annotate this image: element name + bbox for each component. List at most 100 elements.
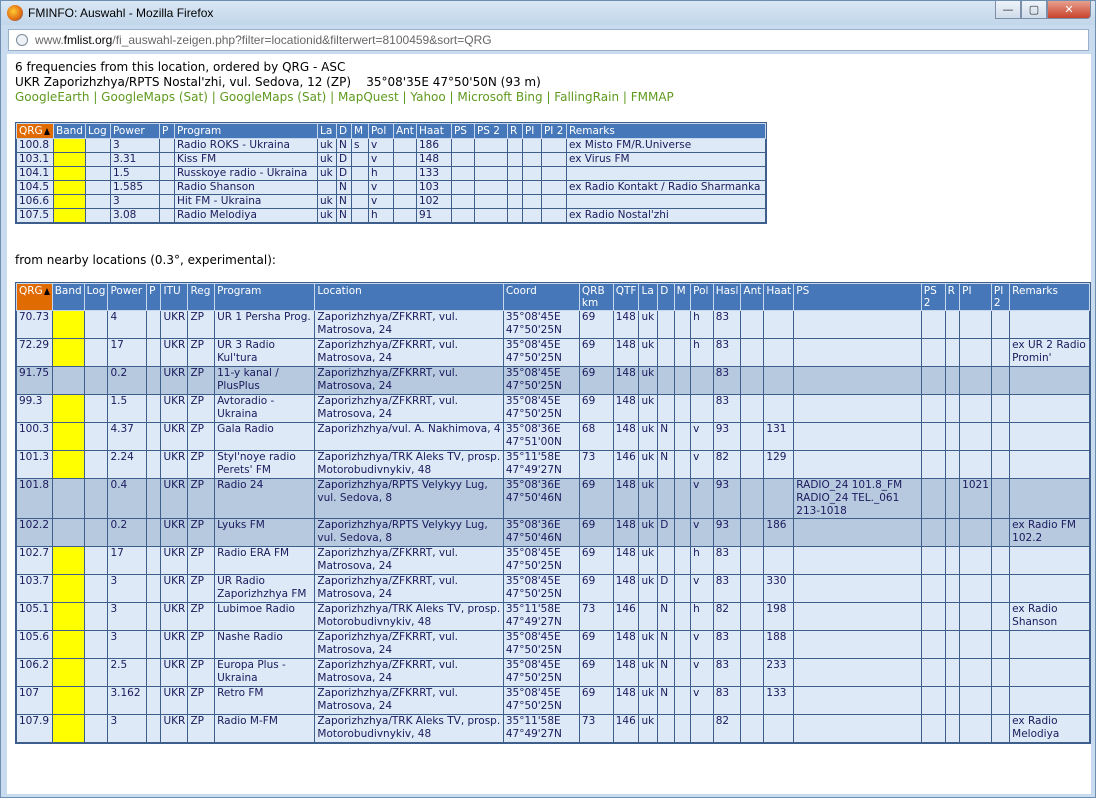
column-header-coord[interactable]: Coord	[502, 283, 580, 311]
column-header-pi-2[interactable]: PI 2	[990, 283, 1011, 311]
cell-qrg[interactable]: 106.2	[16, 658, 53, 687]
column-header-pi[interactable]: PI	[521, 123, 542, 139]
column-header-log[interactable]: Log	[83, 283, 109, 311]
cell-qrg[interactable]: 106.6	[16, 194, 54, 209]
column-header-ps[interactable]: PS	[450, 123, 475, 139]
cell-qrg[interactable]: 105.6	[16, 630, 53, 659]
column-header-la[interactable]: La	[638, 283, 659, 311]
column-header-pol[interactable]: Pol	[367, 123, 394, 139]
column-header-pi[interactable]: PI	[959, 283, 992, 311]
table-row[interactable]: 103.7 3 UKR ZP UR Radio Zaporizhzhya FM Zapor…	[16, 574, 1090, 603]
column-header-itu[interactable]: ITU	[160, 283, 189, 311]
table-row[interactable]: 100.3 4.37 UKR ZP Gala Radio Zaporizhzhya/vul…	[16, 422, 1090, 451]
column-header-ps[interactable]: PS	[793, 283, 922, 311]
column-header-power[interactable]: Power	[109, 123, 160, 139]
map-link[interactable]: Microsoft Bing	[457, 90, 542, 104]
table-row[interactable]: 91.75 0.2 UKR ZP 11-y kanal / PlusPlus Zapori…	[16, 366, 1090, 395]
title-bar[interactable]: FMINFO: Auswahl - Mozilla Firefox — ▢ ✕	[1, 1, 1095, 25]
cell-qrg[interactable]: 70.73	[16, 310, 53, 339]
map-link[interactable]: Yahoo	[410, 90, 445, 104]
column-header-qtf[interactable]: QTF	[612, 283, 640, 311]
cell-qrg[interactable]: 102.7	[16, 546, 53, 575]
column-header-program[interactable]: Program	[173, 123, 318, 139]
column-header-la[interactable]: La	[316, 123, 337, 139]
column-header-reg[interactable]: Reg	[187, 283, 216, 311]
column-header-program[interactable]: Program	[214, 283, 316, 311]
column-header-r[interactable]: R	[506, 123, 523, 139]
column-header-m[interactable]: M	[350, 123, 369, 139]
column-header-hasl[interactable]: Hasl	[712, 283, 742, 311]
column-header-qrg[interactable]: QRG	[16, 123, 54, 139]
column-header-log[interactable]: Log	[84, 123, 111, 139]
column-header-p[interactable]: P	[146, 283, 162, 311]
table-row[interactable]: 107.9 3 UKR ZP Radio M-FM Zaporizhzhya/TRK Al…	[16, 714, 1090, 743]
sort-icon[interactable]	[43, 127, 50, 135]
column-header-ps-2[interactable]: PS 2	[920, 283, 946, 311]
map-link[interactable]: FMMAP	[631, 90, 674, 104]
map-link[interactable]: FallingRain	[554, 90, 619, 104]
map-link[interactable]: GoogleEarth	[15, 90, 90, 104]
column-header-r[interactable]: R	[944, 283, 961, 311]
sort-icon[interactable]	[43, 287, 50, 295]
table-row[interactable]: 100.8 3 Radio ROKS - Ukraina uk Ns v 186 ex Mis…	[16, 138, 766, 153]
cell-qrg[interactable]: 102.2	[16, 518, 53, 547]
column-header-pi-2[interactable]: PI 2	[540, 123, 567, 139]
column-header-band[interactable]: Band	[53, 123, 86, 139]
cell-qrg[interactable]: 100.3	[16, 422, 53, 451]
table-row[interactable]: 104.5 1.585 Radio Shanson Nv 103 ex Radio Kon…	[16, 180, 766, 195]
column-header-m[interactable]: M	[673, 283, 692, 311]
column-header-ant[interactable]: Ant	[392, 123, 417, 139]
cell-qrg[interactable]: 104.1	[16, 166, 54, 181]
column-header-d[interactable]: D	[657, 283, 675, 311]
table-row[interactable]: 104.1 1.5 Russkoye radio - Ukraina uk Dh 133	[16, 166, 766, 181]
table-row[interactable]: 102.2 0.2 UKR ZP Lyuks FM Zaporizhzhya/RPTS V…	[16, 518, 1090, 547]
cell-qrg[interactable]: 101.8	[16, 478, 53, 519]
cell-qrg[interactable]: 107.5	[16, 208, 54, 223]
table-row[interactable]: 106.2 2.5 UKR ZP Europa Plus - Ukraina Zapori…	[16, 658, 1090, 687]
table-row[interactable]: 107.5 3.08 Radio Melodiya uk Nh 91 ex Radio No…	[16, 208, 766, 223]
column-header-haat[interactable]: Haat	[415, 123, 452, 139]
table-row[interactable]: 101.8 0.4 UKR ZP Radio 24 Zaporizhzhya/RPTS V…	[16, 478, 1090, 519]
column-header-d[interactable]: D	[335, 123, 352, 139]
cell-qrg[interactable]: 103.1	[16, 152, 54, 167]
column-header-p[interactable]: P	[158, 123, 175, 139]
table-row[interactable]: 99.3 1.5 UKR ZP Avtoradio - Ukraina Zaporizhz…	[16, 394, 1090, 423]
url-text[interactable]: www.fmlist.org/fi_auswahl-zeigen.php?fil…	[35, 33, 492, 47]
column-header-haat[interactable]: Haat	[763, 283, 795, 311]
table-row[interactable]: 106.6 3 Hit FM - Ukraina uk Nv 102	[16, 194, 766, 209]
table-row[interactable]: 70.73 4 UKR ZP UR 1 Persha Prog. Zaporizhzhya…	[16, 310, 1090, 339]
table-row[interactable]: 105.6 3 UKR ZP Nashe Radio Zaporizhzhya/ZFKRR…	[16, 630, 1090, 659]
cell-qrg[interactable]: 103.7	[16, 574, 53, 603]
cell-qrg[interactable]: 101.3	[16, 450, 53, 479]
column-header-ant[interactable]: Ant	[740, 283, 765, 311]
table-row[interactable]: 105.1 3 UKR ZP Lubimoe Radio Zaporizhzhya/TRK…	[16, 602, 1090, 631]
close-button[interactable]: ✕	[1047, 1, 1091, 19]
cell-qrg[interactable]: 107	[16, 686, 53, 715]
maximize-button[interactable]: ▢	[1021, 1, 1047, 19]
cell-qrg[interactable]: 100.8	[16, 138, 54, 153]
column-header-remarks[interactable]: Remarks	[1009, 283, 1090, 311]
cell-qrg[interactable]: 107.9	[16, 714, 53, 743]
cell-qrg[interactable]: 104.5	[16, 180, 54, 195]
column-header-location[interactable]: Location	[314, 283, 504, 311]
cell-qrg[interactable]: 99.3	[16, 394, 53, 423]
map-link[interactable]: GoogleMaps (Sat)	[220, 90, 327, 104]
cell-qrg[interactable]: 72.29	[16, 338, 53, 367]
column-header-ps-2[interactable]: PS 2	[473, 123, 508, 139]
map-link[interactable]: MapQuest	[338, 90, 399, 104]
column-header-qrb-km[interactable]: QRB km	[578, 283, 614, 311]
table-row[interactable]: 72.29 17 UKR ZP UR 3 Radio Kul'tura Zaporizhz…	[16, 338, 1090, 367]
minimize-button[interactable]: —	[995, 1, 1021, 19]
address-bar[interactable]: www.fmlist.org/fi_auswahl-zeigen.php?fil…	[8, 29, 1089, 51]
table-row[interactable]: 102.7 17 UKR ZP Radio ERA FM Zaporizhzhya/ZFK…	[16, 546, 1090, 575]
column-header-remarks[interactable]: Remarks	[565, 123, 766, 139]
cell-qrg[interactable]: 91.75	[16, 366, 53, 395]
column-header-qrg[interactable]: QRG	[16, 283, 53, 311]
column-header-pol[interactable]: Pol	[690, 283, 714, 311]
map-link[interactable]: GoogleMaps (Sat)	[101, 90, 208, 104]
table-row[interactable]: 107 3.162 UKR ZP Retro FM Zaporizhzhya/ZFKRRT…	[16, 686, 1090, 715]
column-header-band[interactable]: Band	[51, 283, 85, 311]
table-row[interactable]: 101.3 2.24 UKR ZP Styl'noye radio Perets' FM…	[16, 450, 1090, 479]
cell-qrg[interactable]: 105.1	[16, 602, 53, 631]
table-row[interactable]: 103.1 3.31 Kiss FM uk Dv 148 ex Virus FM	[16, 152, 766, 167]
